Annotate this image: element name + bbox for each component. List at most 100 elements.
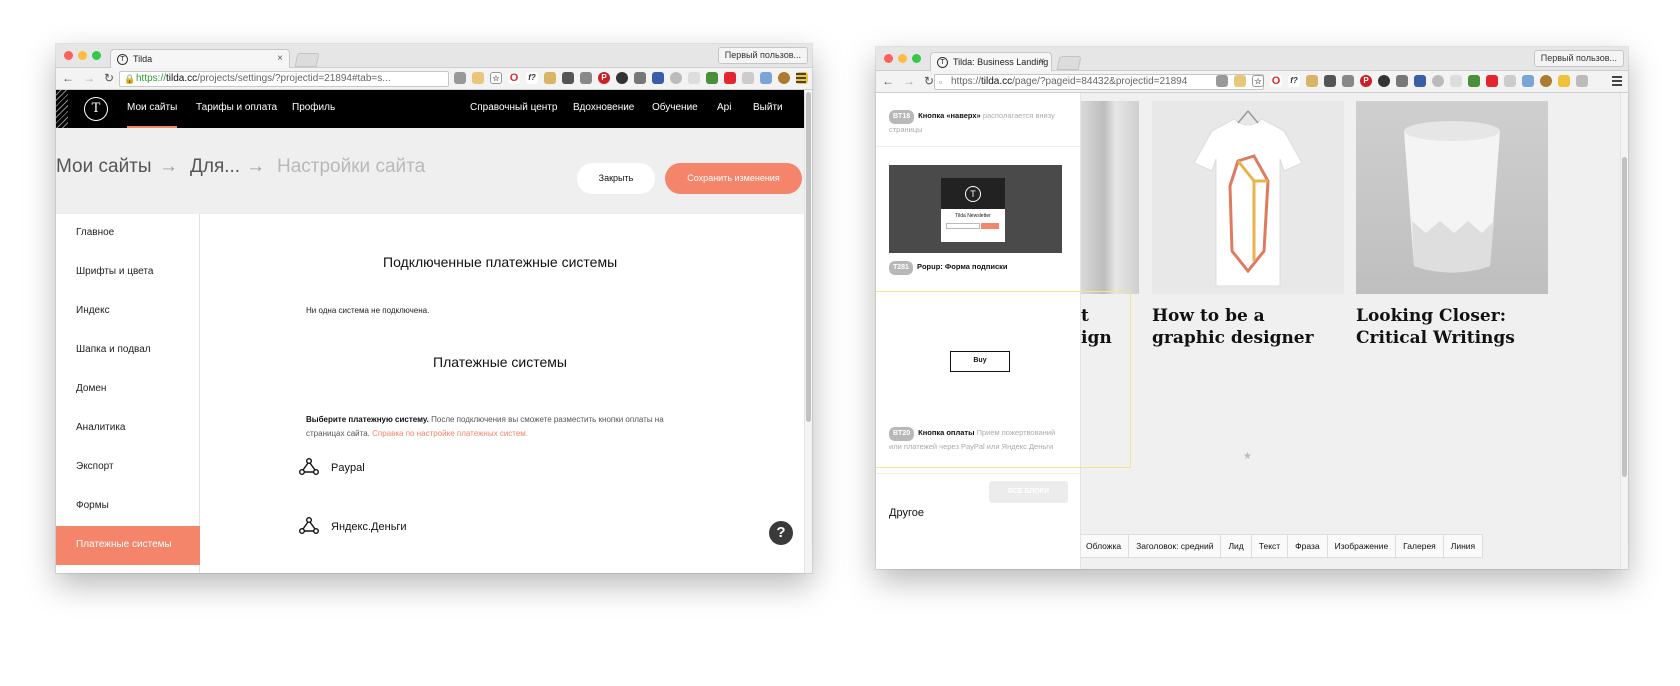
sidebar-item-domain[interactable]: Домен (56, 370, 200, 409)
block-t281[interactable]: T281 Popup: Форма подписки (889, 261, 1067, 275)
sidebar-item-header-footer[interactable]: Шапка и подвал (56, 331, 200, 370)
popup-thumbnail[interactable]: T Tilda Newsletter (889, 165, 1062, 253)
extension-icon[interactable] (760, 72, 772, 84)
minimize-window-icon[interactable] (898, 54, 907, 63)
browser-tab[interactable]: T Tilda: Business Landing Pa × (930, 52, 1052, 71)
opera-icon[interactable]: O (508, 72, 520, 84)
extension-icon[interactable] (652, 72, 664, 84)
extension-icon[interactable] (742, 72, 754, 84)
sidebar-item-forms[interactable]: Формы (56, 487, 200, 526)
eyedropper-icon[interactable] (634, 72, 646, 84)
opera-icon[interactable]: O (1270, 75, 1282, 87)
nav-api[interactable]: Api (717, 102, 731, 113)
profile-button[interactable]: Первый пользов... (717, 47, 808, 64)
extension-icon[interactable] (1414, 75, 1426, 87)
extension-icon[interactable] (1234, 75, 1246, 87)
chip-heading[interactable]: Заголовок: средний (1129, 535, 1222, 557)
extension-icon[interactable] (706, 72, 718, 84)
sidebar-item-index[interactable]: Индекс (56, 292, 200, 331)
extension-icon[interactable] (1342, 75, 1354, 87)
tab-close-icon[interactable]: × (277, 53, 283, 64)
tab-close-icon[interactable]: × (1039, 56, 1045, 67)
chip-gallery[interactable]: Галерея (1396, 535, 1444, 557)
product-image-partial[interactable] (1081, 101, 1139, 294)
zoom-window-icon[interactable] (92, 51, 101, 60)
close-button[interactable]: Закрыть (577, 163, 655, 194)
sidebar-item-main[interactable]: Главное (56, 214, 200, 253)
chip-lead[interactable]: Лид (1221, 535, 1252, 557)
nav-my-sites[interactable]: Мои сайты (127, 102, 178, 128)
extension-icon[interactable] (778, 72, 790, 84)
menu-icon[interactable] (796, 73, 806, 83)
breadcrumb-my-sites[interactable]: Мои сайты (56, 156, 152, 178)
address-bar[interactable]: 🔒 https://tilda.cc/projects/settings/?pr… (119, 71, 449, 87)
new-tab-button[interactable] (1056, 56, 1082, 70)
tilda-logo-icon[interactable]: T (84, 97, 108, 121)
sidebar-item-analytics[interactable]: Аналитика (56, 409, 200, 448)
back-icon[interactable]: ← (62, 71, 74, 85)
product-title-critical[interactable]: Looking Closer: Critical Writings (1356, 305, 1515, 349)
new-tab-button[interactable] (294, 53, 320, 67)
all-blocks-button[interactable]: ВСЕ БЛОКИ (989, 481, 1068, 503)
extension-icon[interactable] (1540, 75, 1552, 87)
chip-image[interactable]: Изображение (1328, 535, 1397, 557)
nav-logout[interactable]: Выйти (753, 102, 783, 113)
save-changes-button[interactable]: Сохранить изменения (665, 163, 802, 194)
extension-icon[interactable] (1378, 75, 1390, 87)
extension-icon[interactable] (1468, 75, 1480, 87)
chip-cover[interactable]: Обложка (1079, 535, 1130, 557)
extension-icon[interactable] (1486, 75, 1498, 87)
chip-text[interactable]: Текст (1252, 535, 1289, 557)
extension-icon[interactable] (1432, 75, 1444, 87)
bookmark-star-icon[interactable]: ☆ (1252, 75, 1264, 87)
product-image-tshirt[interactable] (1152, 101, 1344, 294)
scrollbar[interactable] (1622, 157, 1627, 477)
nav-inspiration[interactable]: Вдохновение (573, 102, 634, 113)
extension-icon[interactable] (724, 72, 736, 84)
pocket-icon[interactable] (1324, 75, 1336, 87)
minimize-window-icon[interactable] (78, 51, 87, 60)
extension-icon[interactable] (1576, 75, 1588, 87)
page-icon[interactable] (454, 72, 466, 84)
sidebar-item-fonts[interactable]: Шрифты и цвета (56, 253, 200, 292)
eyedropper-icon[interactable] (1396, 75, 1408, 87)
extension-icon[interactable] (544, 72, 556, 84)
close-window-icon[interactable] (884, 54, 893, 63)
bookmark-star-icon[interactable]: ☆ (490, 72, 502, 84)
fonts-icon[interactable]: f? (1288, 75, 1300, 87)
address-bar[interactable]: ▫ https://tilda.cc/page/?pageid=84432&pr… (934, 74, 1264, 90)
extension-icon[interactable] (1522, 75, 1534, 87)
extension-icon[interactable] (670, 72, 682, 84)
extension-icon[interactable] (1450, 75, 1462, 87)
forward-icon[interactable]: → (903, 74, 915, 88)
nav-help-center[interactable]: Справочный центр (470, 102, 557, 113)
browser-tab[interactable]: T Tilda × (110, 49, 290, 68)
close-window-icon[interactable] (64, 51, 73, 60)
category-other[interactable]: Другое (889, 507, 924, 519)
pocket-icon[interactable] (562, 72, 574, 84)
product-title-designer[interactable]: How to be a graphic designer (1152, 305, 1314, 349)
extension-icon[interactable] (688, 72, 700, 84)
reload-icon[interactable]: ↻ (104, 71, 114, 85)
extension-icon[interactable] (472, 72, 484, 84)
chip-line[interactable]: Линия (1444, 535, 1482, 557)
nav-tariffs[interactable]: Тарифы и оплата (196, 102, 277, 113)
back-icon[interactable]: ← (882, 74, 894, 88)
menu-icon[interactable] (1612, 76, 1622, 86)
page-icon[interactable] (1216, 75, 1228, 87)
fonts-icon[interactable]: f? (526, 72, 538, 84)
extension-icon[interactable] (616, 72, 628, 84)
sidebar-item-export[interactable]: Экспорт (56, 448, 200, 487)
sidebar-item-payments[interactable]: Платежные системы (56, 526, 200, 565)
payment-option-paypal[interactable]: Paypal (299, 458, 365, 475)
extension-icon[interactable] (1306, 75, 1318, 87)
forward-icon[interactable]: → (83, 71, 95, 85)
nav-profile[interactable]: Профиль (292, 102, 335, 113)
pinterest-icon[interactable]: P (1360, 75, 1372, 87)
extension-icon[interactable] (580, 72, 592, 84)
pinterest-icon[interactable]: P (598, 72, 610, 84)
profile-button[interactable]: Первый пользов... (1533, 50, 1624, 67)
breadcrumb-project[interactable]: Для... (190, 156, 240, 178)
zoom-window-icon[interactable] (912, 54, 921, 63)
extension-icon[interactable] (1558, 75, 1570, 87)
